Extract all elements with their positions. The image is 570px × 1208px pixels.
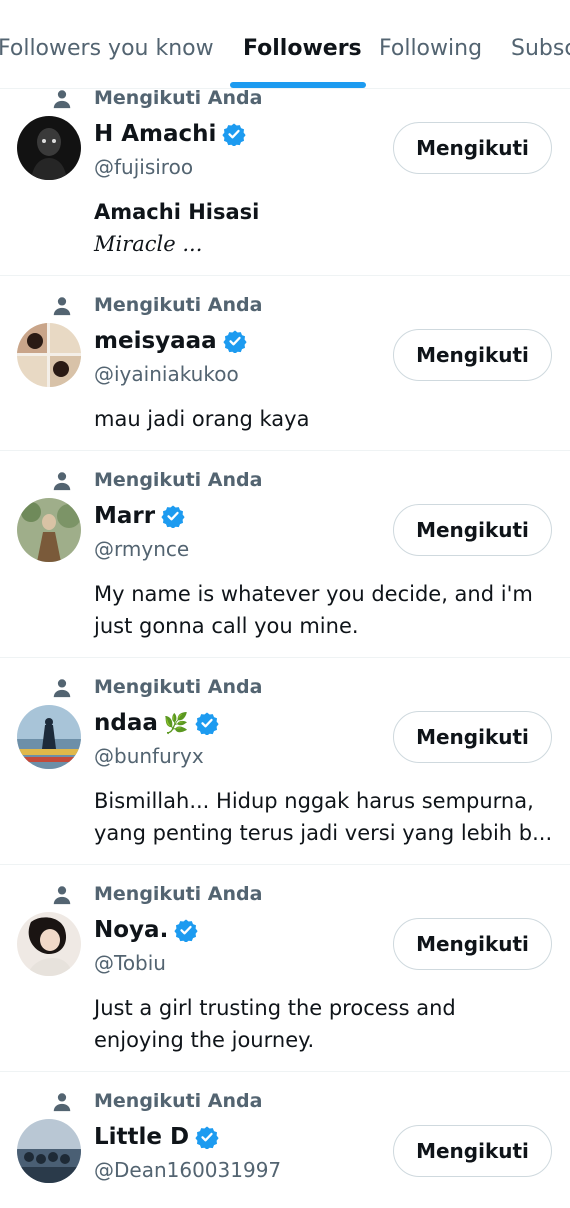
herb-emoji-icon: 🌿 [163, 711, 189, 735]
bio-line: just gonna call you mine. [94, 614, 359, 638]
user-row[interactable]: Mengikuti Anda H Amachi @fujisiroo Mengi… [0, 88, 570, 276]
follows-you-label: Mengikuti Anda [94, 294, 263, 316]
user-row[interactable]: Mengikuti Anda Marr @rmynce Mengikuti My… [0, 451, 570, 658]
tab-following[interactable]: Following [379, 34, 482, 64]
following-button[interactable]: Mengikuti [393, 711, 552, 763]
verified-badge-icon [161, 505, 185, 528]
user-bio: My name is whatever you decide, and i'm … [94, 578, 556, 642]
display-name[interactable]: Marr [94, 503, 155, 529]
bio-title: Amachi Hisasi [94, 200, 260, 224]
user-bio: mau jadi orang kaya [94, 407, 310, 431]
user-bio: Amachi Hisasi Miracle ... [94, 196, 556, 260]
avatar[interactable] [17, 498, 81, 562]
user-row[interactable]: Mengikuti Anda Noya. @Tobiu Mengikuti Ju… [0, 865, 570, 1072]
following-button[interactable]: Mengikuti [393, 504, 552, 556]
verified-badge-icon [195, 712, 219, 735]
tab-subscriptions[interactable]: Subscriptions [511, 34, 570, 64]
display-name[interactable]: Noya. [94, 917, 168, 943]
verified-badge-icon [195, 1126, 219, 1149]
person-icon [53, 90, 71, 109]
user-handle: @Dean160031997 [94, 1158, 282, 1182]
avatar[interactable] [17, 912, 81, 976]
tab-followers[interactable]: Followers [243, 34, 362, 64]
user-handle: @fujisiroo [94, 155, 194, 179]
follows-you-label: Mengikuti Anda [94, 676, 263, 698]
display-name[interactable]: ndaa [94, 710, 158, 736]
tab-followers-you-know[interactable]: Followers you know [0, 34, 214, 64]
follows-you-label: Mengikuti Anda [94, 88, 263, 109]
user-bio: Just a girl trusting the process and enj… [94, 992, 556, 1056]
person-icon [53, 679, 71, 698]
user-handle: @Tobiu [94, 951, 166, 975]
bio-text: Miracle ... [94, 232, 203, 256]
follows-you-label: Mengikuti Anda [94, 469, 263, 491]
bio-line: yang penting terus jadi versi yang lebih… [94, 821, 553, 845]
follows-you-label: Mengikuti Anda [94, 883, 263, 905]
bio-line: enjoying the journey. [94, 1028, 315, 1052]
avatar[interactable] [17, 323, 81, 387]
following-button[interactable]: Mengikuti [393, 329, 552, 381]
user-handle: @iyainiakukoo [94, 362, 239, 386]
user-handle: @bunfuryx [94, 744, 204, 768]
bio-line: Bismillah... Hidup nggak harus sempurna, [94, 789, 534, 813]
user-row[interactable]: Mengikuti Anda Little D @Dean160031997 M… [0, 1072, 570, 1208]
user-row[interactable]: Mengikuti Anda meisyaaa @iyainiakukoo Me… [0, 276, 570, 451]
user-handle: @rmynce [94, 537, 190, 561]
user-row[interactable]: Mengikuti Anda ndaa 🌿 @bunfuryx Mengikut… [0, 658, 570, 865]
following-button[interactable]: Mengikuti [393, 918, 552, 970]
follower-list: Mengikuti Anda H Amachi @fujisiroo Mengi… [0, 88, 570, 1208]
person-icon [53, 886, 71, 905]
avatar[interactable] [17, 116, 81, 180]
user-bio: Bismillah... Hidup nggak harus sempurna,… [94, 785, 556, 849]
verified-badge-icon [174, 919, 198, 942]
follows-you-label: Mengikuti Anda [94, 1090, 263, 1112]
verified-badge-icon [222, 123, 247, 146]
tab-bar: Followers you know Followers Following S… [0, 0, 570, 89]
bio-line: Just a girl trusting the process and [94, 996, 456, 1020]
person-icon [53, 472, 71, 491]
display-name[interactable]: meisyaaa [94, 328, 217, 354]
display-name[interactable]: H Amachi [94, 121, 216, 147]
following-button[interactable]: Mengikuti [393, 1125, 552, 1177]
avatar[interactable] [17, 1119, 81, 1183]
person-icon [53, 1093, 71, 1112]
bio-line: My name is whatever you decide, and i'm [94, 582, 533, 606]
avatar[interactable] [17, 705, 81, 769]
person-icon [53, 297, 71, 316]
following-button[interactable]: Mengikuti [393, 122, 552, 174]
verified-badge-icon [223, 330, 247, 353]
display-name[interactable]: Little D [94, 1124, 189, 1150]
